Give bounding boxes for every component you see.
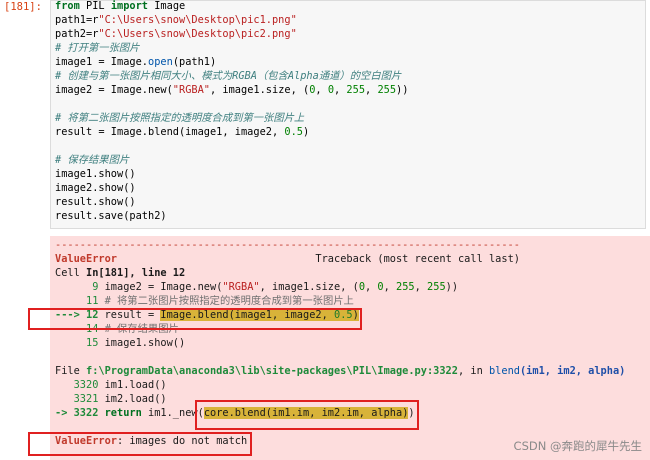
tb-line-9: 9 image2 = Image.new("RGBA", image1.size… xyxy=(55,280,625,294)
code-line-1: from PIL import Image xyxy=(55,0,408,13)
tb-text: , xyxy=(383,281,397,293)
number-literal: 0.5 xyxy=(284,126,303,138)
annotation-box-line-12 xyxy=(28,308,362,330)
tb-line-11: 11 # 将第二张图片按照指定的透明度合成到第一张图片上 xyxy=(55,294,625,308)
line-number: 15 xyxy=(55,337,105,349)
module-name: PIL xyxy=(79,0,111,12)
tb-empty xyxy=(55,350,625,364)
tb-text: Cell xyxy=(55,267,86,279)
code-text: image2 = Image.new( xyxy=(55,84,173,96)
code-editor[interactable]: from PIL import Image path1=r"C:\Users\sn… xyxy=(55,0,408,223)
tb-text: image2 = Image.new( xyxy=(104,281,223,293)
tb-text: image1.show() xyxy=(104,337,186,349)
code-line-10: result = Image.blend(image1, image2, 0.5… xyxy=(55,125,408,139)
function-name: blend xyxy=(488,365,520,377)
annotation-box-core-blend xyxy=(195,400,419,430)
tb-text: , image1.size, ( xyxy=(259,281,359,293)
code-line-2: path1=r"C:\Users\snow\Desktop\pic1.png" xyxy=(55,13,408,27)
keyword-from: from xyxy=(55,0,80,12)
string-literal: "C:\Users\snow\Desktop\pic2.png" xyxy=(98,28,297,40)
line-number: 3321 xyxy=(55,393,105,405)
keyword-import: import xyxy=(110,0,149,12)
code-line-12: # 保存结果图片 xyxy=(55,153,408,167)
traceback-separator: ----------------------------------------… xyxy=(55,239,520,251)
keyword-return: return xyxy=(104,407,142,419)
code-text: , xyxy=(365,84,378,96)
code-line-4: # 打开第一张图片 xyxy=(55,41,408,55)
code-text: path1=r xyxy=(55,14,99,26)
code-text: (path1) xyxy=(172,56,217,68)
code-line-11-empty xyxy=(55,139,408,153)
tb-file-line: File f:\ProgramData\anaconda3\lib\site-p… xyxy=(55,364,625,378)
tb-text: )) xyxy=(445,281,459,293)
code-cell-input[interactable]: from PIL import Image path1=r"C:\Users\sn… xyxy=(50,0,646,229)
code-text: , image1.size, ( xyxy=(210,84,310,96)
number-literal: 255 xyxy=(427,281,446,293)
code-line-3: path2=r"C:\Users\snow\Desktop\pic2.png" xyxy=(55,27,408,41)
code-line-14: image2.show() xyxy=(55,182,136,194)
tb-text: , xyxy=(414,281,428,293)
code-line-7: image2 = Image.new("RGBA", image1.size, … xyxy=(55,83,408,97)
string-literal: "RGBA" xyxy=(222,281,260,293)
error-name: ValueError xyxy=(55,253,117,265)
tb-text: im1.load() xyxy=(104,379,167,391)
tb-text: , in xyxy=(457,365,489,377)
code-line-9: # 将第二张图片按照指定的透明度合成到第一张图片上 xyxy=(55,111,408,125)
watermark: CSDN @奔跑的犀牛先生 xyxy=(513,439,642,453)
code-line-16: result.save(path2) xyxy=(55,210,167,222)
code-line-13: image1.show() xyxy=(55,168,136,180)
traceback-header: ValueError Traceback (most recent call l… xyxy=(55,252,625,266)
function-args: (im1, im2, alpha) xyxy=(519,365,626,377)
string-literal: "RGBA" xyxy=(172,84,210,96)
tb-text: im2.load() xyxy=(104,393,167,405)
code-text: path2=r xyxy=(55,28,99,40)
number-literal: 255 xyxy=(377,84,397,96)
number-literal: 255 xyxy=(396,281,415,293)
code-line-5: image1 = Image.open(path1) xyxy=(55,55,408,69)
code-text: result = Image.blend(image1, image2, xyxy=(55,126,285,138)
code-text: , xyxy=(315,84,328,96)
code-comment: # 保存结果图片 xyxy=(55,154,130,166)
code-line-6: # 创建与第一张图片相同大小、模式为RGBA（包含Alpha通道）的空白图片 xyxy=(55,69,408,83)
code-line-8-empty xyxy=(55,97,408,111)
code-text: , xyxy=(334,84,347,96)
file-path-link[interactable]: f:\ProgramData\anaconda3\lib\site-packag… xyxy=(86,365,458,377)
code-text: ) xyxy=(302,126,310,138)
string-literal: "C:\Users\snow\Desktop\pic1.png" xyxy=(98,14,297,26)
tb-text: , xyxy=(365,281,378,293)
tb-line-3320: 3320 im1.load() xyxy=(55,378,625,392)
tb-line-15: 15 image1.show() xyxy=(55,336,625,350)
code-comment: # 将第二张图片按照指定的透明度合成到第一张图片上 xyxy=(55,112,305,124)
traceback-cell-ref: Cell In[181], line 12 xyxy=(55,266,625,280)
import-name: Image xyxy=(148,0,186,12)
code-line-15: result.show() xyxy=(55,196,136,208)
annotation-box-error-message xyxy=(28,432,252,456)
tb-comment: # 将第二张图片按照指定的透明度合成到第一张图片上 xyxy=(104,295,354,307)
line-number: 9 xyxy=(55,281,105,293)
cell-reference: In[181], line 12 xyxy=(86,267,186,279)
code-comment: # 打开第一张图片 xyxy=(55,42,140,54)
traceback-label: Traceback (most recent call last) xyxy=(315,253,520,265)
line-number: 3320 xyxy=(55,379,105,391)
function-name: open xyxy=(148,56,173,68)
cell-prompt: [181]: xyxy=(4,1,42,13)
code-text: image1 = Image. xyxy=(55,56,148,68)
tb-text: File xyxy=(55,365,86,377)
error-arrow: -> 3322 xyxy=(55,407,105,419)
line-number: 11 xyxy=(55,295,105,307)
code-comment: # 创建与第一张图片相同大小、模式为RGBA（包含Alpha通道）的空白图片 xyxy=(55,70,402,82)
code-text: )) xyxy=(396,84,409,96)
number-literal: 255 xyxy=(346,84,366,96)
